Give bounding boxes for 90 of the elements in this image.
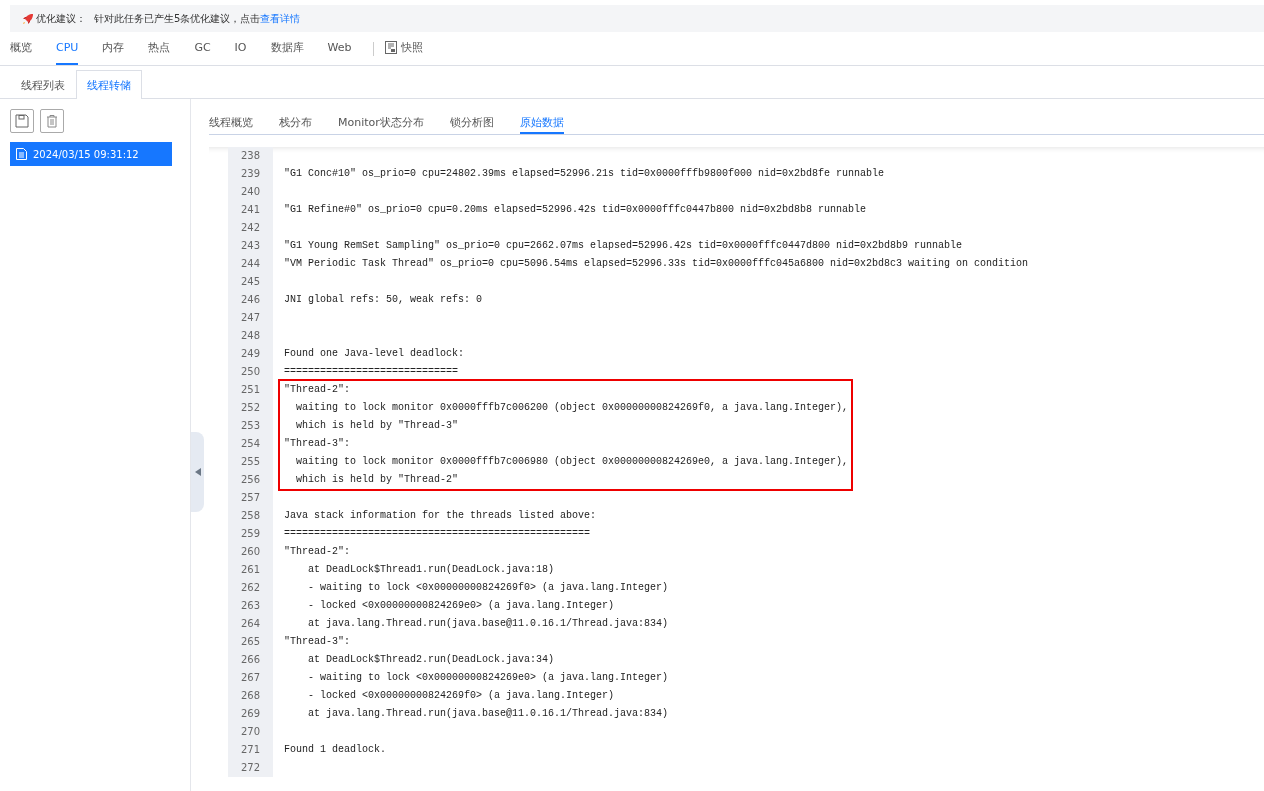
- rocket-icon: [22, 12, 34, 25]
- nav-tab[interactable]: 数据库: [270, 32, 304, 65]
- nav-tab[interactable]: GC: [194, 32, 211, 65]
- line-number: 248: [239, 329, 262, 343]
- code-line: "Thread-2":: [284, 545, 350, 559]
- line-number: 245: [239, 275, 262, 289]
- code-line: at DeadLock$Thread2.run(DeadLock.java:34): [307, 653, 555, 667]
- line-number: 272: [239, 761, 262, 775]
- code-line: "VM Periodic Task Thread" os_prio=0 cpu=5096.54ms elapsed=52996.33s tid=0x0000fffc045a6800 nid=0x2bd8c3 waiting on condition: [284, 257, 1029, 271]
- code-line: - waiting to lock <0x00000000824269f0> (a java.lang.Integer): [307, 581, 669, 595]
- view-tab[interactable]: 线程概览: [209, 112, 253, 134]
- line-number: 264: [239, 617, 262, 631]
- line-number: 239: [239, 167, 262, 181]
- line-number: 244: [239, 257, 262, 271]
- line-number: 270: [239, 725, 262, 739]
- line-number: 258: [239, 509, 262, 523]
- code-line: which is held by "Thread-3": [295, 419, 459, 433]
- line-number: 252: [239, 401, 262, 415]
- banner-message: 针对此任务已产生5条优化建议，点击查看详情: [94, 11, 301, 26]
- save-icon: [15, 114, 29, 128]
- line-number: 253: [239, 419, 262, 433]
- line-number: 257: [239, 491, 262, 505]
- nav-tab[interactable]: 概览: [10, 32, 32, 65]
- banner-title: 优化建议：: [36, 11, 86, 26]
- code-line: - locked <0x00000000824269f0> (a java.lang.Integer): [307, 689, 615, 703]
- dump-item[interactable]: 2024/03/15 09:31:12: [10, 142, 172, 166]
- line-number: 259: [239, 527, 262, 541]
- code-line: - waiting to lock <0x00000000824269e0> (a java.lang.Integer): [307, 671, 669, 685]
- line-number: 271: [239, 743, 262, 757]
- nav-tab[interactable]: IO: [234, 32, 247, 65]
- code-line: at java.lang.Thread.run(java.base@11.0.16.1/Thread.java:834): [307, 707, 669, 721]
- line-number: 242: [239, 221, 262, 235]
- line-number: 269: [239, 707, 262, 721]
- line-number: 256: [239, 473, 262, 487]
- code-line: "G1 Conc#10" os_prio=0 cpu=24802.39ms elapsed=52996.21s tid=0x0000fffb9800f000 nid=0x2bd8fe runnable: [284, 167, 885, 181]
- nav-tab[interactable]: Web: [327, 32, 352, 65]
- code-line: "Thread-3":: [284, 437, 350, 451]
- line-number: 260: [239, 545, 262, 559]
- nav-tab[interactable]: CPU: [56, 32, 79, 65]
- collapse-handle[interactable]: [191, 432, 204, 512]
- line-number: 240: [239, 185, 262, 199]
- document-icon: [385, 41, 398, 54]
- code-line: =============================: [284, 365, 459, 379]
- view-tab[interactable]: 锁分析图: [449, 112, 494, 134]
- code-line: at DeadLock$Thread1.run(DeadLock.java:18): [307, 563, 555, 577]
- line-number: 247: [239, 311, 262, 325]
- line-number: 241: [239, 203, 262, 217]
- line-number: 251: [239, 383, 262, 397]
- save-button[interactable]: [10, 109, 34, 133]
- sub-tab[interactable]: 线程列表: [10, 71, 76, 99]
- view-tab[interactable]: Monitor状态分布: [338, 112, 424, 134]
- file-icon: [16, 148, 27, 160]
- code-line: "G1 Refine#0" os_prio=0 cpu=0.20ms elapsed=52996.42s tid=0x0000fffc0447b800 nid=0x2bd8b8 runnable: [284, 203, 867, 217]
- snapshot-tab[interactable]: 快照: [385, 32, 424, 65]
- line-number: 249: [239, 347, 262, 361]
- code-line: waiting to lock monitor 0x0000fffb7c006200 (object 0x00000000824269f0, a java.lang.Integer),: [295, 401, 849, 415]
- code-line: Java stack information for the threads listed above:: [284, 509, 597, 523]
- line-number: 265: [239, 635, 262, 649]
- line-number: 254: [239, 437, 262, 451]
- line-number: 250: [239, 365, 262, 379]
- nav-tab[interactable]: 内存: [102, 32, 125, 65]
- trash-icon: [45, 114, 59, 128]
- code-line: JNI global refs: 50, weak refs: 0: [284, 293, 483, 307]
- line-number: 255: [239, 455, 262, 469]
- code-line: which is held by "Thread-2": [295, 473, 459, 487]
- code-line: at java.lang.Thread.run(java.base@11.0.16.1/Thread.java:834): [307, 617, 669, 631]
- nav-tab[interactable]: 热点: [148, 32, 171, 65]
- code-line: - locked <0x00000000824269e0> (a java.lang.Integer): [307, 599, 615, 613]
- code-line: "Thread-2":: [284, 383, 350, 397]
- line-number: 238: [239, 149, 262, 163]
- sub-tab[interactable]: 线程转储: [76, 70, 142, 99]
- line-number: 263: [239, 599, 262, 613]
- line-number: 261: [239, 563, 262, 577]
- line-number: 243: [239, 239, 262, 253]
- code-line: waiting to lock monitor 0x0000fffb7c006980 (object 0x00000000824269e0, a java.lang.Integer),: [295, 455, 849, 469]
- line-number: 262: [239, 581, 262, 595]
- code-line: Found one Java-level deadlock:: [284, 347, 465, 361]
- line-number: 267: [239, 671, 262, 685]
- delete-button[interactable]: [40, 109, 64, 133]
- code-line: "G1 Young RemSet Sampling" os_prio=0 cpu=2662.07ms elapsed=52996.42s tid=0x0000fffc0447d800 nid=0x2bd8b9 runnable: [284, 239, 963, 253]
- code-line: ===================================================: [284, 527, 591, 541]
- view-tab[interactable]: 栈分布: [279, 112, 312, 134]
- triangle-left-icon: [194, 468, 201, 476]
- line-number: 268: [239, 689, 262, 703]
- view-tab[interactable]: 原始数据: [519, 112, 564, 134]
- line-number: 246: [239, 293, 262, 307]
- code-line: "Thread-3":: [284, 635, 350, 649]
- code-line: Found 1 deadlock.: [284, 743, 387, 757]
- line-number: 266: [239, 653, 262, 667]
- details-link[interactable]: 查看详情: [260, 12, 301, 24]
